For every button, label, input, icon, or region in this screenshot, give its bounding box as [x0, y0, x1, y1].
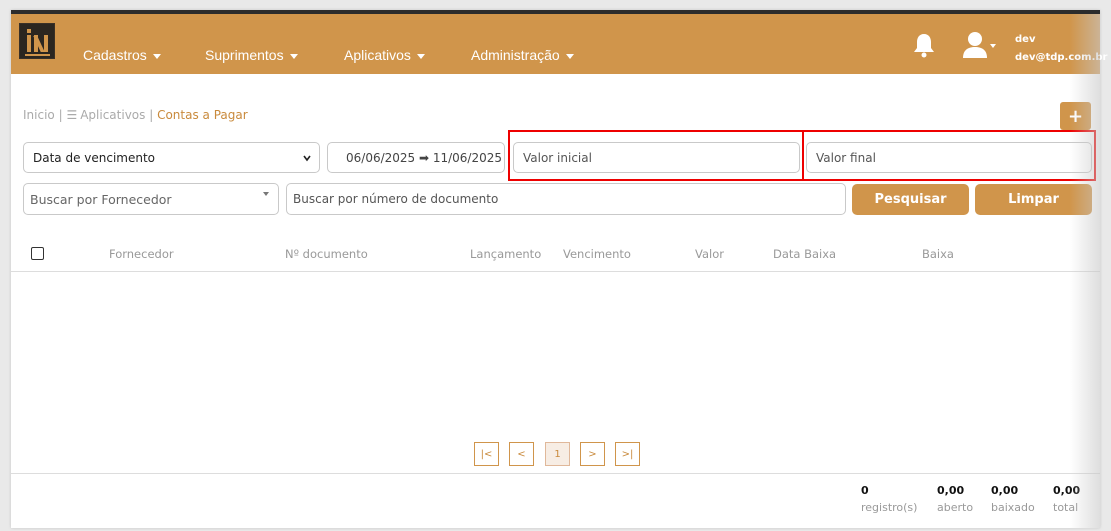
breadcrumb: Inicio | ☰ Aplicativos | Contas a Pagar — [23, 108, 248, 122]
total-value: 0,00 — [1053, 484, 1081, 497]
date-range-value: 06/06/2025 ➡ 11/06/2025 — [346, 150, 503, 165]
first-page-button[interactable]: |< — [474, 442, 499, 466]
search-button[interactable]: Pesquisar — [852, 184, 969, 215]
nav-administracao-label: Administração — [471, 47, 560, 63]
clear-button[interactable]: Limpar — [975, 184, 1092, 215]
column-documento[interactable]: Nº documento — [285, 247, 368, 261]
registros-count: 0 — [861, 484, 869, 497]
add-button[interactable]: + — [1060, 102, 1091, 130]
top-navbar: Cadastros Suprimentos Aplicativos Admini… — [11, 14, 1107, 74]
valor-final-input[interactable]: Valor final — [806, 142, 1092, 173]
user-email: dev@tdp.com.br — [1015, 52, 1108, 63]
bell-icon[interactable] — [913, 32, 935, 58]
column-vencimento[interactable]: Vencimento — [563, 247, 631, 261]
nav-suprimentos-label: Suprimentos — [205, 47, 284, 63]
baixado-value: 0,00 — [991, 484, 1019, 497]
column-data-baixa[interactable]: Data Baixa — [773, 247, 836, 261]
column-valor[interactable]: Valor — [695, 247, 724, 261]
documento-search-input[interactable]: Buscar por número de documento — [286, 183, 846, 215]
column-fornecedor[interactable]: Fornecedor — [109, 247, 174, 261]
nav-cadastros-label: Cadastros — [83, 47, 147, 63]
next-page-button[interactable]: > — [580, 442, 605, 466]
caret-down-icon — [263, 192, 269, 196]
app-window: Cadastros Suprimentos Aplicativos Admini… — [11, 10, 1107, 528]
nav-administracao[interactable]: Administração — [471, 47, 574, 63]
caret-down-icon — [565, 53, 574, 59]
caret-down-icon — [152, 53, 161, 59]
app-logo[interactable] — [19, 23, 55, 59]
breadcrumb-apps[interactable]: Aplicativos | — [80, 108, 153, 122]
documento-placeholder: Buscar por número de documento — [293, 192, 499, 206]
baixado-label: baixado — [991, 501, 1035, 514]
total-label: total — [1053, 501, 1079, 514]
column-baixa[interactable]: Baixa — [922, 247, 954, 261]
user-name: dev — [1015, 34, 1036, 45]
page-1-button[interactable]: 1 — [545, 442, 570, 466]
date-type-select[interactable]: Data de vencimento — [23, 142, 320, 173]
last-page-button[interactable]: >| — [615, 442, 640, 466]
breadcrumb-current: Contas a Pagar — [157, 108, 248, 122]
date-range-picker[interactable]: 06/06/2025 ➡ 11/06/2025 — [327, 142, 505, 173]
breadcrumb-home[interactable]: Inicio | — [23, 108, 63, 122]
footer-divider — [11, 473, 1100, 474]
nav-suprimentos[interactable]: Suprimentos — [205, 47, 298, 63]
nav-aplicativos-label: Aplicativos — [344, 47, 411, 63]
menu-icon: ☰ — [66, 108, 78, 122]
chevron-down-icon — [303, 155, 311, 162]
registros-label: registro(s) — [861, 501, 918, 514]
valor-final-placeholder: Valor final — [816, 150, 876, 165]
prev-page-button[interactable]: < — [509, 442, 534, 466]
select-all-checkbox[interactable] — [31, 247, 44, 260]
valor-inicial-input[interactable]: Valor inicial — [513, 142, 800, 173]
valor-inicial-placeholder: Valor inicial — [523, 150, 592, 165]
date-type-value: Data de vencimento — [33, 150, 156, 165]
nav-cadastros[interactable]: Cadastros — [83, 47, 161, 63]
nav-aplicativos[interactable]: Aplicativos — [344, 47, 425, 63]
fornecedor-placeholder: Buscar por Fornecedor — [30, 191, 172, 207]
caret-down-icon — [416, 53, 425, 59]
aberto-label: aberto — [937, 501, 974, 514]
user-icon[interactable] — [961, 31, 997, 59]
fornecedor-search[interactable]: Buscar por Fornecedor — [23, 183, 279, 215]
column-lancamento[interactable]: Lançamento — [470, 247, 541, 261]
table-header: Fornecedor Nº documento Lançamento Venci… — [11, 236, 1100, 272]
caret-down-icon — [289, 53, 298, 59]
aberto-value: 0,00 — [937, 484, 965, 497]
